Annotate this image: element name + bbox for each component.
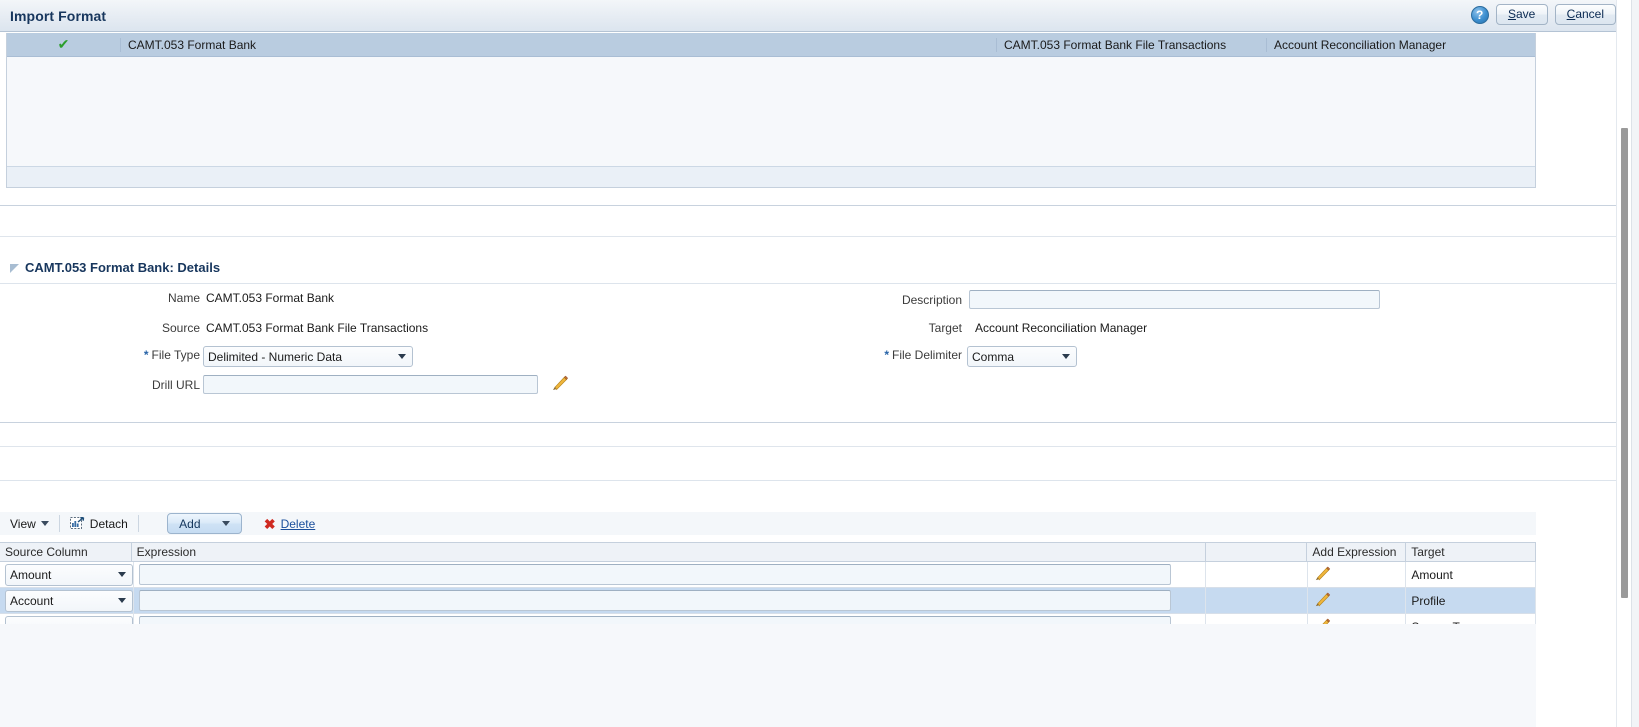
column-header-target[interactable]: Target — [1406, 543, 1536, 561]
detach-button[interactable]: Detach — [60, 512, 138, 535]
add-expression-pencil-icon[interactable] — [1313, 590, 1332, 612]
cell-add-expression — [1308, 561, 1407, 588]
cell-expression — [134, 561, 1207, 588]
cell-add-expression — [1308, 587, 1407, 614]
source-column-value: Amount — [10, 567, 52, 582]
cell-expression — [134, 587, 1207, 614]
cell-source-column: Account — [0, 587, 134, 614]
mappings-table-footer — [0, 624, 1536, 727]
details-header-label: CAMT.053 Format Bank: Details — [25, 260, 221, 275]
view-menu-button[interactable]: View — [0, 512, 59, 535]
delete-x-icon: ✖ — [263, 515, 276, 532]
chevron-down-icon — [40, 521, 49, 526]
detach-icon — [69, 516, 85, 530]
description-input[interactable] — [969, 290, 1380, 309]
source-column-select[interactable]: Account — [5, 589, 133, 612]
table-row[interactable]: ✔ CAMT.053 Format Bank CAMT.053 Format B… — [7, 33, 1535, 57]
row-selected-check-icon: ✔ — [57, 36, 70, 52]
source-column-select[interactable]: Amount — [5, 563, 133, 586]
file-type-label: * File Type — [143, 348, 200, 362]
import-format-grid: ✔ CAMT.053 Format Bank CAMT.053 Format B… — [6, 33, 1536, 188]
cell-target: Amount — [1406, 561, 1536, 588]
page-title: Import Format — [10, 8, 107, 24]
help-icon[interactable]: ? — [1470, 5, 1489, 24]
add-expression-pencil-icon[interactable] — [1313, 564, 1332, 586]
table-row[interactable]: Account Profile — [0, 587, 1536, 614]
required-star-file-type: * — [143, 348, 149, 362]
file-delimiter-label: * File Delimiter — [884, 348, 962, 362]
delete-button[interactable]: ✖ Delete — [254, 512, 325, 535]
cell-target: Profile — [1406, 587, 1536, 614]
cell-spacer — [1206, 561, 1308, 588]
grid-footer — [7, 166, 1535, 187]
details-panel-header[interactable]: CAMT.053 Format Bank: Details — [10, 260, 220, 275]
chevron-down-icon — [118, 571, 126, 577]
chevron-down-icon — [398, 353, 406, 359]
cancel-button[interactable]: Cancel — [1554, 4, 1616, 25]
delete-label: Delete — [280, 516, 316, 531]
name-label: Name — [167, 291, 200, 305]
window-title-bar: Import Format ? Save Cancel — [0, 0, 1624, 32]
drill-url-input[interactable] — [203, 375, 538, 394]
grid-empty-area — [7, 57, 1535, 165]
cell-spacer — [1206, 587, 1308, 614]
toolbar-separator — [137, 515, 139, 532]
divider-1 — [0, 205, 1624, 206]
table-row[interactable]: Amount Amount — [0, 561, 1536, 588]
file-delimiter-select[interactable]: Comma — [967, 346, 1077, 367]
file-delimiter-selected-value: Comma — [972, 349, 1015, 364]
divider-2 — [0, 236, 1624, 237]
window-actions: ? Save Cancel — [1470, 4, 1616, 25]
mappings-panel: View Detach Add ✖ Delete Source Column E… — [0, 480, 1624, 727]
chevron-down-icon — [1062, 353, 1070, 359]
source-column-value: Account — [10, 593, 54, 608]
scrollbar-thumb[interactable] — [1621, 128, 1628, 598]
name-value: CAMT.053 Format Bank — [206, 291, 335, 305]
chevron-down-icon — [221, 521, 230, 526]
file-type-selected-value: Delimited - Numeric Data — [208, 349, 343, 364]
add-button[interactable]: Add — [166, 513, 242, 534]
column-header-source-column[interactable]: Source Column — [0, 543, 132, 561]
cell-source-column: Amount — [0, 561, 134, 588]
add-button-label: Add — [179, 516, 201, 531]
expression-input[interactable] — [139, 590, 1171, 611]
divider-3 — [0, 446, 1624, 447]
column-header-spacer — [1206, 543, 1308, 561]
required-star-file-delimiter: * — [884, 348, 889, 362]
file-type-select[interactable]: Delimited - Numeric Data — [203, 346, 413, 367]
vertical-scrollbar[interactable] — [1616, 0, 1631, 727]
view-menu-label: View — [10, 516, 36, 531]
save-button[interactable]: Save — [1495, 4, 1548, 25]
cell-format-name: CAMT.053 Format Bank — [120, 37, 996, 52]
chevron-down-icon — [118, 597, 126, 603]
target-label: Target — [928, 321, 962, 335]
source-value: CAMT.053 Format Bank File Transactions — [206, 321, 429, 335]
import-format-window: Import Format ? Save Cancel ✔ CAMT.053 F… — [0, 0, 1639, 727]
mappings-table-header: Source Column Expression Add Expression … — [0, 543, 1536, 562]
drill-url-label: Drill URL — [152, 378, 200, 392]
cell-format-target: Account Reconciliation Manager — [1266, 37, 1534, 52]
page-right-edge — [1631, 0, 1639, 727]
drill-url-edit-pencil-icon[interactable] — [550, 373, 570, 396]
expression-input[interactable] — [139, 564, 1171, 585]
cell-format-source: CAMT.053 Format Bank File Transactions — [996, 37, 1266, 52]
source-label: Source — [161, 321, 200, 335]
details-panel: Name CAMT.053 Format Bank Source CAMT.05… — [0, 283, 1624, 423]
chevron-collapse-icon[interactable] — [10, 264, 19, 274]
column-header-add-expression[interactable]: Add Expression — [1307, 543, 1407, 561]
column-header-expression[interactable]: Expression — [132, 543, 1206, 561]
mappings-toolbar: View Detach Add ✖ Delete — [0, 512, 1536, 535]
detach-label: Detach — [89, 516, 128, 531]
description-label: Description — [901, 293, 962, 307]
target-value: Account Reconciliation Manager — [975, 321, 1148, 335]
